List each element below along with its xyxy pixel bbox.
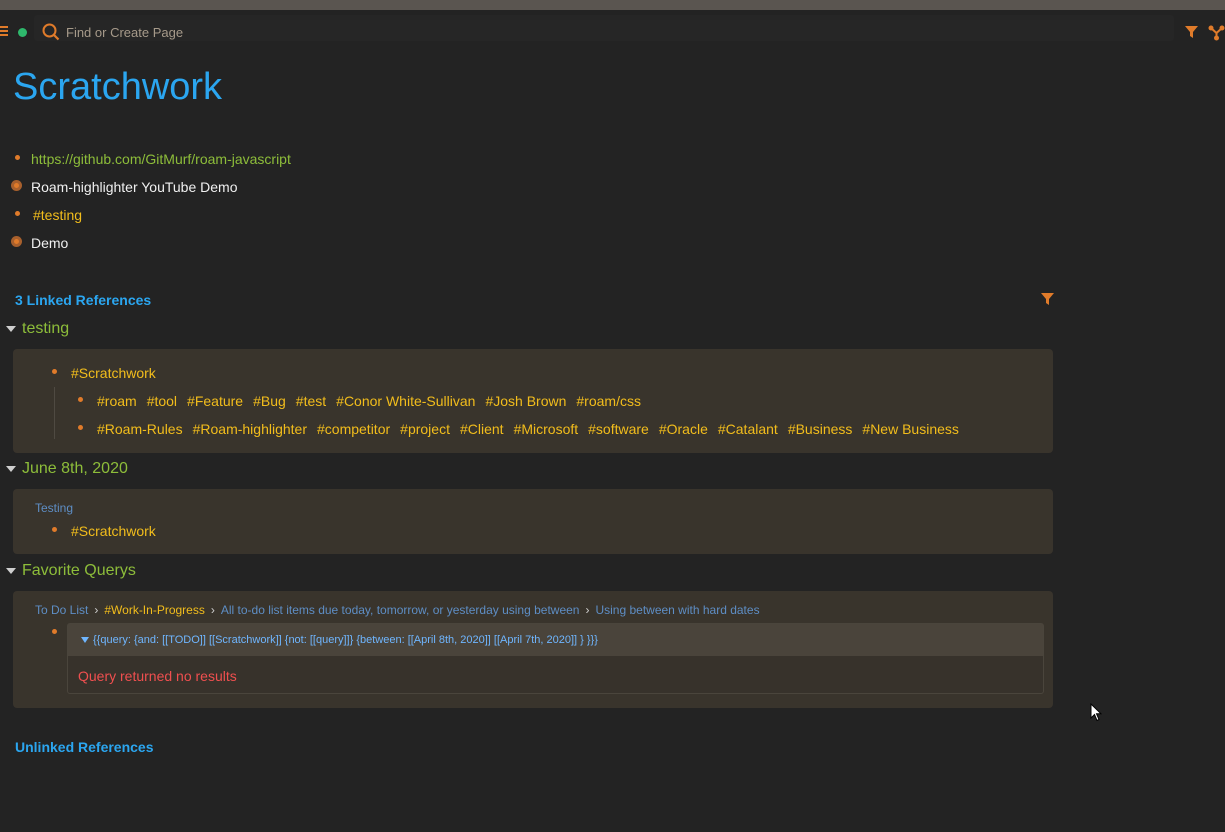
breadcrumb-item[interactable]: Using between with hard dates bbox=[595, 603, 759, 617]
breadcrumb-separator: › bbox=[585, 603, 590, 617]
tag-link[interactable]: #roam/css bbox=[576, 393, 641, 409]
block-bullet[interactable] bbox=[52, 629, 57, 634]
search-input[interactable]: Find or Create Page bbox=[66, 25, 183, 40]
tag-link[interactable]: #Bug bbox=[253, 393, 286, 409]
tag-link[interactable]: #test bbox=[296, 393, 326, 409]
breadcrumb-separator: › bbox=[210, 603, 215, 617]
graph-icon[interactable] bbox=[1208, 25, 1225, 46]
tag-link[interactable]: #software bbox=[588, 421, 649, 437]
block-bullet[interactable] bbox=[78, 425, 83, 430]
breadcrumb[interactable]: Testing bbox=[35, 501, 73, 515]
breadcrumb-separator: › bbox=[94, 603, 99, 617]
block-bullet[interactable] bbox=[15, 211, 20, 216]
reference-card bbox=[13, 489, 1053, 554]
block-bullet[interactable] bbox=[52, 527, 57, 532]
tag-row: #Roam-Rules #Roam-highlighter #competitor #… bbox=[97, 421, 969, 437]
tag-row: #roam #tool #Feature #Bug #test #Conor White-… bbox=[97, 393, 651, 409]
search-icon[interactable] bbox=[42, 23, 60, 46]
tag-link[interactable]: #Microsoft bbox=[514, 421, 579, 437]
tag-link[interactable]: #testing bbox=[33, 207, 82, 227]
caret-down-icon[interactable] bbox=[6, 465, 16, 472]
linked-references-heading[interactable]: 3 Linked References bbox=[15, 292, 151, 308]
tag-link[interactable]: #tool bbox=[147, 393, 177, 409]
ref-group-title[interactable]: Favorite Querys bbox=[22, 562, 136, 579]
query-result-message: Query returned no results bbox=[78, 668, 237, 684]
filter-icon[interactable] bbox=[1185, 26, 1198, 44]
ref-group-header[interactable]: Favorite Querys bbox=[6, 562, 136, 584]
query-block: {{query: {and: [[TODO]] [[Scratchwork]] … bbox=[67, 623, 1044, 694]
ref-group-title[interactable]: testing bbox=[22, 320, 69, 337]
block-bullet-collapsed[interactable] bbox=[11, 236, 22, 247]
ref-group-header[interactable]: testing bbox=[6, 320, 69, 342]
window-top-strip bbox=[0, 0, 1225, 10]
github-link[interactable]: https://github.com/GitMurf/roam-javascri… bbox=[31, 151, 291, 171]
query-header[interactable]: {{query: {and: [[TODO]] [[Scratchwork]] … bbox=[68, 624, 1043, 656]
tag-link[interactable]: #Client bbox=[460, 421, 504, 437]
tag-link[interactable]: #Josh Brown bbox=[485, 393, 566, 409]
block-bullet-collapsed[interactable] bbox=[11, 180, 22, 191]
caret-down-icon[interactable] bbox=[81, 637, 89, 643]
tag-link[interactable]: #Scratchwork bbox=[71, 365, 156, 385]
tag-link[interactable]: #roam bbox=[97, 393, 137, 409]
tag-link[interactable]: #project bbox=[400, 421, 450, 437]
ref-group-title[interactable]: June 8th, 2020 bbox=[22, 460, 128, 477]
page-title[interactable]: Scratchwork bbox=[13, 66, 222, 109]
tag-link[interactable]: #Catalant bbox=[718, 421, 778, 437]
query-text[interactable]: {{query: {and: [[TODO]] [[Scratchwork]] … bbox=[93, 634, 598, 646]
tag-link[interactable]: #Oracle bbox=[659, 421, 708, 437]
child-guide-line bbox=[54, 387, 55, 439]
tag-link[interactable]: #New Business bbox=[862, 421, 959, 437]
block-text[interactable]: Demo bbox=[31, 235, 68, 255]
breadcrumb-item[interactable]: All to-do list items due today, tomorrow… bbox=[221, 603, 580, 617]
tag-link[interactable]: #competitor bbox=[317, 421, 390, 437]
ref-group-header[interactable]: June 8th, 2020 bbox=[6, 460, 128, 482]
caret-down-icon[interactable] bbox=[6, 567, 16, 574]
mouse-cursor-icon bbox=[1090, 702, 1103, 727]
tag-link[interactable]: #Scratchwork bbox=[71, 523, 156, 543]
tag-link[interactable]: #Conor White-Sullivan bbox=[336, 393, 475, 409]
top-bar: Find or Create Page bbox=[0, 10, 1225, 46]
menu-icon[interactable] bbox=[0, 26, 8, 37]
breadcrumb-item[interactable]: To Do List bbox=[35, 603, 88, 617]
tag-link[interactable]: #Feature bbox=[187, 393, 243, 409]
caret-down-icon[interactable] bbox=[6, 325, 16, 332]
breadcrumb-item[interactable]: #Work-In-Progress bbox=[104, 603, 204, 617]
tag-link[interactable]: #Business bbox=[788, 421, 853, 437]
tag-link[interactable]: #Roam-Rules bbox=[97, 421, 183, 437]
block-bullet[interactable] bbox=[78, 397, 83, 402]
filter-icon[interactable] bbox=[1041, 293, 1054, 311]
block-text[interactable]: Roam-highlighter YouTube Demo bbox=[31, 179, 238, 199]
block-bullet[interactable] bbox=[15, 155, 20, 160]
block-bullet[interactable] bbox=[52, 369, 57, 374]
tag-link[interactable]: #Roam-highlighter bbox=[193, 421, 307, 437]
breadcrumb: To Do List › #Work-In-Progress › All to-do l… bbox=[35, 603, 760, 617]
search-bar[interactable] bbox=[34, 15, 1174, 41]
unlinked-references-heading[interactable]: Unlinked References bbox=[15, 739, 154, 755]
sync-status-icon bbox=[18, 28, 27, 37]
